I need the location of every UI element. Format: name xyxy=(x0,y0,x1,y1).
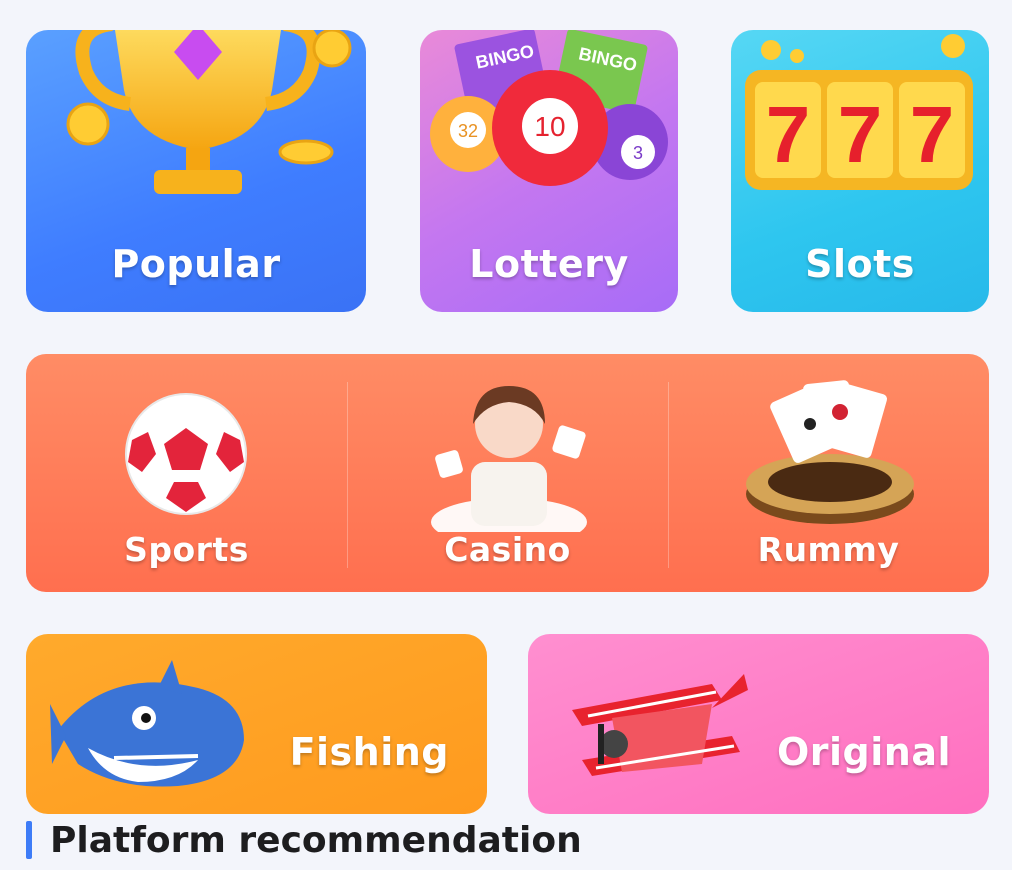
category-original[interactable]: Original xyxy=(528,634,989,814)
category-label: Sports xyxy=(124,530,249,569)
category-slots[interactable]: 7 7 7 Slots xyxy=(731,30,989,312)
category-casino[interactable]: Casino xyxy=(347,354,668,592)
category-label: Casino xyxy=(444,530,571,569)
playing-cards-icon xyxy=(746,380,914,524)
category-fishing[interactable]: Fishing xyxy=(26,634,487,814)
category-label: Lottery xyxy=(469,242,629,286)
category-rummy[interactable]: Rummy xyxy=(668,354,989,592)
category-label: Fishing xyxy=(289,730,449,774)
lottery-ball-number: 32 xyxy=(458,121,478,141)
category-sports[interactable]: Sports xyxy=(26,354,347,592)
soccer-ball-icon xyxy=(125,393,247,515)
category-band: Sports Casino Rummy xyxy=(26,354,989,592)
category-lottery[interactable]: BINGO BINGO 32 3 10 Lottery xyxy=(420,30,678,312)
biplane-icon xyxy=(572,674,748,776)
section-accent-bar xyxy=(26,821,32,859)
shark-icon xyxy=(50,660,244,787)
casino-dealer-icon xyxy=(431,386,587,532)
slot-machine-icon: 7 7 7 xyxy=(745,34,973,190)
lottery-balls-icon: BINGO BINGO 32 3 10 xyxy=(430,30,668,186)
lottery-ball-number: 10 xyxy=(534,111,565,142)
category-popular[interactable]: Popular xyxy=(26,30,366,312)
category-label: Slots xyxy=(805,242,915,286)
slot-reel-symbol: 7 xyxy=(838,90,883,179)
slot-reel-symbol: 7 xyxy=(766,90,811,179)
slot-reel-symbol: 7 xyxy=(910,90,955,179)
category-label: Popular xyxy=(111,242,281,286)
lottery-ball-number: 3 xyxy=(633,143,643,163)
trophy-icon xyxy=(66,30,352,194)
category-label: Original xyxy=(776,730,951,774)
category-label: Rummy xyxy=(757,530,900,569)
section-title: Platform recommendation xyxy=(50,819,582,861)
section-header: Platform recommendation xyxy=(26,818,582,862)
